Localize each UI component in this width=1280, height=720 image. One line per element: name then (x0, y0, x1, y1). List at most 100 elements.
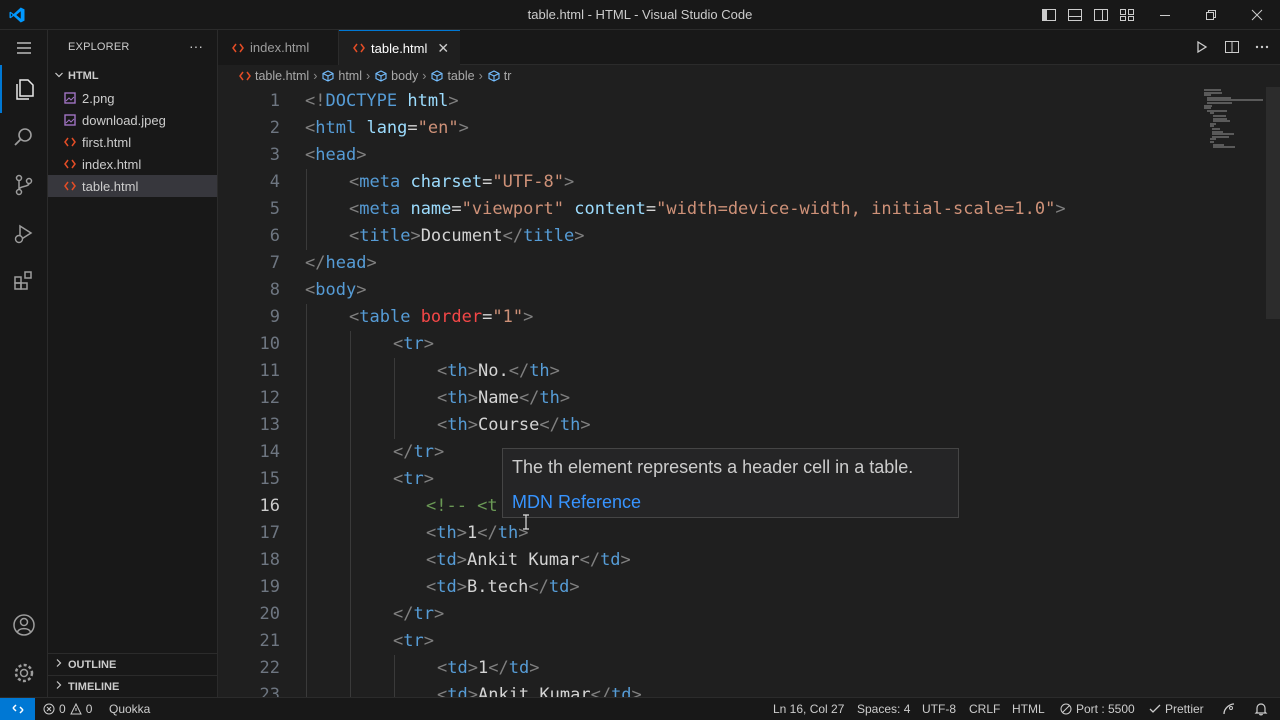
code-token: meta (359, 172, 401, 192)
code-line[interactable]: 12 <th>Name</th> (218, 385, 1280, 412)
notifications-bell-icon[interactable] (1254, 698, 1268, 720)
breadcrumb-body[interactable]: body (374, 69, 418, 83)
code-text: <meta name="viewport" content="width=dev… (349, 196, 1066, 223)
close-tab-icon[interactable]: ✕ (437, 40, 449, 57)
indent-guide (350, 655, 351, 682)
account-icon[interactable] (0, 601, 48, 649)
code-line[interactable]: 23 <td>Ankit Kumar</td> (218, 682, 1280, 697)
customize-layout-icon[interactable] (1118, 6, 1136, 24)
cursor-position[interactable]: Ln 16, Col 27 (773, 698, 844, 720)
code-text: <meta charset="UTF-8"> (349, 169, 574, 196)
more-actions-icon[interactable] (1254, 38, 1270, 56)
code-token: > (631, 685, 642, 697)
breadcrumb-file[interactable]: table.html (238, 69, 309, 83)
manage-gear-icon[interactable] (0, 649, 48, 697)
indent-guide (350, 628, 351, 655)
split-editor-icon[interactable] (1224, 38, 1240, 56)
code-line[interactable]: 7 </head> (218, 250, 1280, 277)
encoding-status[interactable]: UTF-8 (922, 698, 956, 720)
code-token: td (600, 550, 621, 570)
file-item-index-html[interactable]: index.html (48, 153, 217, 175)
tab-table-html[interactable]: table.html ✕ (339, 30, 460, 65)
prettier-status[interactable]: Prettier (1149, 698, 1204, 720)
code-line[interactable]: 5 <meta name="viewport" content="width=de… (218, 196, 1280, 223)
file-item-download-jpeg[interactable]: download.jpeg (48, 109, 217, 131)
code-token: head (315, 145, 357, 165)
mdn-reference-link[interactable]: MDN Reference (512, 492, 641, 513)
indent-guide (306, 358, 307, 385)
code-line[interactable]: 13 <th>Course</th> (218, 412, 1280, 439)
code-token: < (349, 307, 360, 327)
code-token: body (315, 280, 357, 300)
live-server-port[interactable]: Port : 5500 (1060, 698, 1135, 720)
indent-guide (350, 493, 351, 520)
code-line[interactable]: 18 <td>Ankit Kumar</td> (218, 547, 1280, 574)
timeline-section[interactable]: TIMELINE (48, 675, 217, 697)
code-token: th (447, 415, 468, 435)
code-line[interactable]: 1 <!DOCTYPE html> (218, 88, 1280, 115)
indent-guide (306, 196, 307, 223)
code-token: td (447, 685, 468, 697)
indent-guide (306, 628, 307, 655)
breadcrumb-table[interactable]: table (430, 69, 475, 83)
code-token: > (1055, 199, 1066, 219)
code-token: < (437, 388, 448, 408)
html-file-icon (64, 180, 82, 192)
accounts-broadcast-icon[interactable] (1222, 698, 1236, 720)
code-line[interactable]: 9 <table border="1"> (218, 304, 1280, 331)
breadcrumb-tr[interactable]: tr (487, 69, 511, 83)
close-window-button[interactable] (1234, 0, 1280, 30)
code-line[interactable]: 22 <td>1</td> (218, 655, 1280, 682)
code-editor[interactable]: 1 <!DOCTYPE html> 2 <html lang="en"> 3 <head>… (218, 87, 1280, 697)
indentation-status[interactable]: Spaces: 4 (857, 698, 910, 720)
file-item-first-html[interactable]: first.html (48, 131, 217, 153)
code-text: <body> (305, 277, 366, 304)
remote-indicator[interactable] (0, 698, 35, 720)
code-line[interactable]: 3 <head> (218, 142, 1280, 169)
code-line[interactable]: 10 <tr> (218, 331, 1280, 358)
indent-guide (350, 574, 351, 601)
extensions-icon[interactable] (0, 257, 48, 305)
run-icon[interactable] (1194, 38, 1210, 56)
file-item-2-png[interactable]: 2.png (48, 87, 217, 109)
code-token: title (523, 226, 575, 246)
code-token: content (574, 199, 646, 219)
code-line[interactable]: 4 <meta charset="UTF-8"> (218, 169, 1280, 196)
eol-status[interactable]: CRLF (969, 698, 1000, 720)
search-icon[interactable] (0, 113, 48, 161)
code-line[interactable]: 6 <title>Document</title> (218, 223, 1280, 250)
folder-html[interactable]: HTML (48, 65, 217, 87)
code-line[interactable]: 17 <th>1</th> (218, 520, 1280, 547)
code-line[interactable]: 11 <th>No.</th> (218, 358, 1280, 385)
run-debug-icon[interactable] (0, 209, 48, 257)
code-token: > (467, 361, 478, 381)
code-token: = (645, 199, 657, 219)
outline-section[interactable]: OUTLINE (48, 653, 217, 675)
problems-indicator[interactable]: 0 0 (43, 698, 92, 720)
language-mode[interactable]: HTML (1012, 698, 1045, 720)
code-line[interactable]: 19 <td>B.tech</td> (218, 574, 1280, 601)
toggle-primary-sidebar-icon[interactable] (1040, 6, 1058, 24)
code-line[interactable]: 20 </tr> (218, 601, 1280, 628)
tab-index-html[interactable]: index.html (218, 30, 339, 65)
code-token: No. (477, 361, 509, 381)
minimap[interactable] (1200, 87, 1266, 157)
quokka-status[interactable]: Quokka (109, 698, 150, 720)
vertical-scrollbar[interactable] (1266, 87, 1280, 319)
more-actions-icon[interactable]: ··· (189, 38, 203, 54)
explorer-icon[interactable] (0, 65, 48, 113)
source-control-icon[interactable] (0, 161, 48, 209)
code-line[interactable]: 21 <tr> (218, 628, 1280, 655)
chevron-right-icon (54, 658, 68, 671)
toggle-panel-icon[interactable] (1066, 6, 1084, 24)
file-item-table-html[interactable]: table.html (48, 175, 217, 197)
breadcrumb-html[interactable]: html (321, 69, 362, 83)
code-line[interactable]: 8 <body> (218, 277, 1280, 304)
code-token: > (423, 469, 434, 489)
restore-button[interactable] (1188, 0, 1234, 30)
indent-guide (350, 547, 351, 574)
minimize-button[interactable] (1142, 0, 1188, 30)
toggle-secondary-sidebar-icon[interactable] (1092, 6, 1110, 24)
code-line[interactable]: 2 <html lang="en"> (218, 115, 1280, 142)
